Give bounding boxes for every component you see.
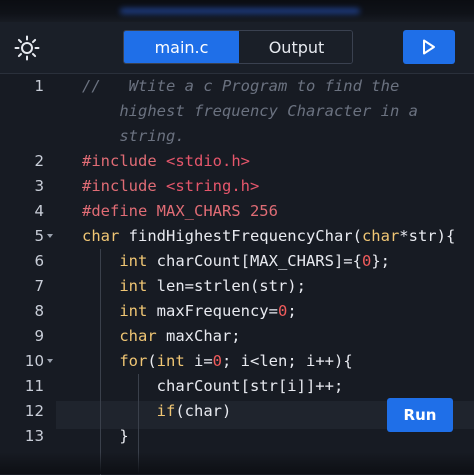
code-token: 0 [277, 302, 288, 320]
code-text: #include <stdio.h> [82, 149, 250, 174]
code-text: string. [82, 124, 185, 149]
code-token: *str){ [399, 227, 456, 245]
code-token: }; [371, 252, 390, 270]
code-line[interactable]: 4 #define MAX_CHARS 256 [0, 199, 474, 224]
code-line[interactable]: 6 int charCount[MAX_CHARS]={0}; [0, 249, 474, 274]
code-token: <stdio.h> [166, 152, 250, 170]
bottom-bezel [0, 452, 474, 474]
code-text: int maxFrequency=0; [82, 299, 297, 324]
line-number: 1 [34, 77, 44, 95]
code-token: int [119, 302, 148, 320]
code-line[interactable]: 8 int maxFrequency=0; [0, 299, 474, 324]
code-token: // Wtite a c Program to find the [82, 77, 400, 95]
code-text: charCount[str[i]]++; [82, 374, 344, 399]
code-line[interactable]: 11 charCount[str[i]]++; [0, 374, 474, 399]
code-text: for(int i=0; i<len; i++){ [82, 349, 353, 374]
line-number: 8 [34, 302, 44, 320]
line-number: 5 [34, 227, 44, 245]
code-line[interactable]: string. [0, 124, 474, 149]
code-token: ; [287, 302, 297, 320]
code-token: highest frequency Character in a [82, 102, 418, 120]
code-token: string. [82, 127, 185, 145]
code-token: maxChar; [156, 327, 241, 345]
line-number: 2 [34, 152, 44, 170]
line-number: 9 [34, 327, 44, 345]
indent-guide [100, 249, 101, 475]
code-token: char [82, 227, 120, 245]
code-token: int [119, 277, 148, 295]
code-line[interactable]: 1 // Wtite a c Program to find the [0, 74, 474, 99]
fold-chevron-icon[interactable] [47, 359, 53, 363]
code-line[interactable]: 9 char maxChar; [0, 324, 474, 349]
fold-chevron-icon[interactable] [47, 234, 53, 238]
code-text: int len=strlen(str); [82, 274, 306, 299]
code-token: char [361, 227, 400, 245]
line-number: 4 [34, 202, 44, 220]
code-token: maxFrequency= [147, 302, 278, 320]
code-token: findHighestFrequencyChar( [119, 227, 362, 245]
sun-icon[interactable] [14, 35, 40, 61]
code-line[interactable]: highest frequency Character in a [0, 99, 474, 124]
code-token: #define MAX_CHARS 256 [82, 202, 278, 220]
code-token: #include [82, 152, 166, 170]
code-text: } [82, 424, 129, 449]
line-number: 13 [24, 427, 44, 445]
code-line[interactable]: 5 char findHighestFrequencyChar(char*str)… [0, 224, 474, 249]
code-line[interactable]: 10 for(int i=0; i<len; i++){ [0, 349, 474, 374]
code-token: len=strlen(str); [147, 277, 306, 295]
line-number: 3 [34, 177, 44, 195]
code-token: (char) [175, 402, 232, 420]
editor-toolbar: main.c Output [0, 22, 474, 74]
line-number: 10 [24, 352, 44, 370]
code-text: // Wtite a c Program to find the [82, 74, 399, 99]
code-token: 0 [361, 252, 372, 270]
code-token: ( [147, 352, 157, 370]
code-token: i= [184, 352, 213, 370]
code-text: char maxChar; [82, 324, 241, 349]
line-number: 6 [34, 252, 44, 270]
code-token: for [119, 352, 148, 370]
tab-main-c[interactable]: main.c [124, 31, 239, 63]
code-text: int charCount[MAX_CHARS]={0}; [82, 249, 390, 274]
code-token: charCount[str[i]]++; [82, 377, 344, 395]
top-bezel [0, 0, 474, 22]
code-text: if(char) [82, 399, 232, 424]
code-token: #include [82, 177, 166, 195]
code-token: if [156, 402, 176, 420]
line-number: 11 [24, 377, 44, 395]
code-token: 0 [212, 352, 223, 370]
code-token: charCount[MAX_CHARS]={ [147, 252, 362, 270]
file-tabs: main.c Output [123, 30, 353, 64]
code-line[interactable]: 2 #include <stdio.h> [0, 149, 474, 174]
code-token: int [156, 352, 185, 370]
code-token: } [82, 427, 129, 445]
status-glow [120, 8, 360, 14]
tab-output[interactable]: Output [239, 31, 352, 63]
code-text: #define MAX_CHARS 256 [82, 199, 278, 224]
code-line[interactable]: 3 #include <string.h> [0, 174, 474, 199]
code-token: <string.h> [166, 177, 260, 195]
code-line[interactable]: 7 int len=strlen(str); [0, 274, 474, 299]
code-text: char findHighestFrequencyChar(char*str){ [82, 224, 455, 249]
code-text: highest frequency Character in a [82, 99, 418, 124]
line-number: 7 [34, 277, 44, 295]
run-button[interactable]: Run [387, 398, 453, 432]
code-token: char [119, 327, 157, 345]
code-token: int [119, 252, 148, 270]
code-token: ; i<len; i++){ [222, 352, 353, 370]
code-text: #include <string.h> [82, 174, 259, 199]
run-top-button[interactable] [403, 30, 455, 64]
line-number: 12 [24, 402, 44, 420]
play-icon [423, 39, 435, 55]
